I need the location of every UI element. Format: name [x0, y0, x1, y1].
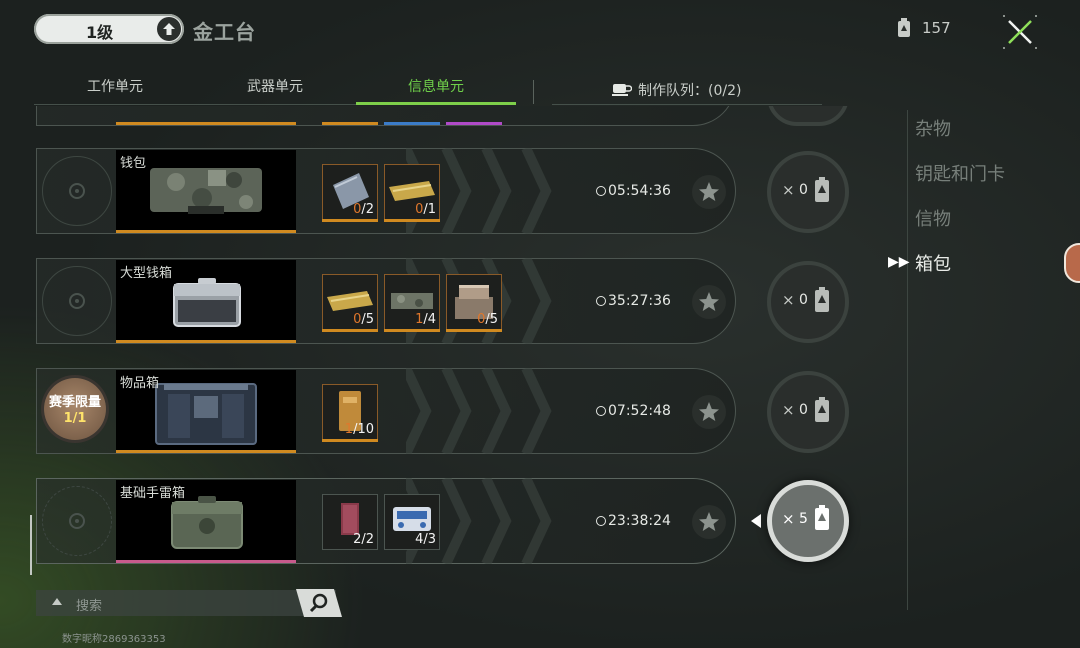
clock-icon — [596, 516, 606, 526]
category-rail — [907, 110, 908, 610]
item-name: 物品箱 — [120, 376, 160, 391]
search-icon — [296, 589, 342, 617]
favorite-button[interactable] — [692, 395, 726, 429]
craft-timer: 07:52:48 — [596, 403, 671, 419]
craft-button-partial — [767, 106, 849, 126]
craft-button[interactable]: × 0 — [767, 151, 849, 233]
material-count: 4/3 — [415, 532, 436, 547]
star-icon — [699, 402, 719, 421]
material-count: 1/10 — [344, 422, 374, 437]
material-slot[interactable]: 0/1 — [384, 164, 440, 222]
tab-weapon-unit[interactable]: 武器单元 — [195, 76, 355, 96]
cup-icon — [612, 81, 633, 101]
material-slot[interactable]: 4/3 — [384, 494, 440, 550]
chevron-pattern — [406, 368, 552, 454]
material-count: 2/2 — [353, 532, 374, 547]
favorite-button[interactable] — [692, 175, 726, 209]
clock-icon — [596, 406, 606, 416]
tab-work-unit[interactable]: 工作单元 — [35, 76, 195, 96]
category-keys-cards[interactable]: 钥匙和门卡 — [915, 160, 1005, 186]
material-count: 0/5 — [477, 312, 498, 327]
active-tab-underline — [356, 102, 516, 105]
material-slot[interactable]: 1/10 — [322, 384, 378, 442]
craft-button[interactable]: × 0 — [767, 371, 849, 453]
recipe-row-selected[interactable]: 基础手雷箱 2/2 4/3 23:38:24 — [36, 478, 736, 564]
favorite-button[interactable] — [692, 285, 726, 319]
material-count: 0/5 — [353, 312, 374, 327]
season-limit-badge: 赛季限量 1/1 — [44, 378, 106, 440]
recipe-row[interactable]: 大型钱箱 0/5 1/4 0/5 35:27:36 — [36, 258, 736, 344]
category-bags[interactable]: 箱包 — [915, 250, 951, 276]
empty-dial — [42, 156, 112, 226]
battery-icon — [815, 287, 829, 312]
star-icon — [699, 182, 719, 201]
item-name: 钱包 — [120, 156, 147, 171]
selection-arrow-icon — [751, 514, 761, 528]
station-title: 金工台 — [193, 20, 256, 44]
item-name: 基础手雷箱 — [120, 486, 186, 501]
clock-icon — [596, 186, 606, 196]
material-count: 0/1 — [415, 202, 436, 217]
material-slot[interactable]: 0/2 — [322, 164, 378, 222]
close-button[interactable] — [1000, 12, 1040, 52]
level-label: 1级 — [86, 23, 114, 42]
battery-icon — [815, 177, 829, 202]
side-drawer-handle[interactable] — [1064, 243, 1080, 283]
material-count: 0/2 — [353, 202, 374, 217]
clock-icon — [596, 296, 606, 306]
favorite-button[interactable] — [692, 505, 726, 539]
level-up-icon[interactable] — [157, 17, 181, 41]
craft-queue-label: 制作队列：(0/2) — [638, 83, 742, 99]
recipe-list[interactable]: 钱包 0/2 0/1 05:54:36 × 0 大型钱箱 0/5 1/4 0/5… — [30, 106, 890, 576]
battery-icon — [815, 397, 829, 422]
recipe-row[interactable]: 赛季限量 1/1 物品箱 1/10 07:52:48 — [36, 368, 736, 454]
category-misc[interactable]: 杂物 — [915, 115, 951, 141]
material-slot[interactable]: 1/4 — [384, 274, 440, 332]
battery-icon — [897, 18, 911, 42]
material-slot[interactable]: 2/2 — [322, 494, 378, 550]
tab-info-unit[interactable]: 信息单元 — [356, 76, 516, 96]
currency-amount: 157 — [922, 19, 951, 37]
category-tokens[interactable]: 信物 — [915, 205, 951, 231]
star-icon — [699, 292, 719, 311]
craft-timer: 23:38:24 — [596, 513, 671, 529]
close-icon — [1003, 15, 1037, 49]
craft-timer: 05:54:36 — [596, 183, 671, 199]
search-button[interactable] — [296, 589, 342, 617]
empty-dial — [42, 486, 112, 556]
material-slot[interactable]: 0/5 — [446, 274, 502, 332]
material-slot[interactable]: 0/5 — [322, 274, 378, 332]
list-scrollbar[interactable] — [30, 515, 32, 575]
battery-icon — [815, 505, 829, 530]
empty-dial — [42, 266, 112, 336]
search-placeholder: 搜索 — [76, 599, 103, 614]
craft-button[interactable]: × 0 — [767, 261, 849, 343]
collapse-triangle-icon[interactable] — [52, 598, 62, 605]
star-icon — [699, 512, 719, 531]
double-chevron-icon: ▶▶ — [888, 254, 910, 270]
recipe-row-partial — [36, 106, 736, 126]
craft-timer: 35:27:36 — [596, 293, 671, 309]
item-name: 大型钱箱 — [120, 266, 173, 281]
material-count: 1/4 — [415, 312, 436, 327]
recipe-row[interactable]: 钱包 0/2 0/1 05:54:36 — [36, 148, 736, 234]
craft-button-selected[interactable]: × 5 — [767, 480, 849, 562]
tab-divider — [533, 80, 534, 104]
user-id-watermark: 数字昵称2869363353 — [62, 634, 166, 645]
